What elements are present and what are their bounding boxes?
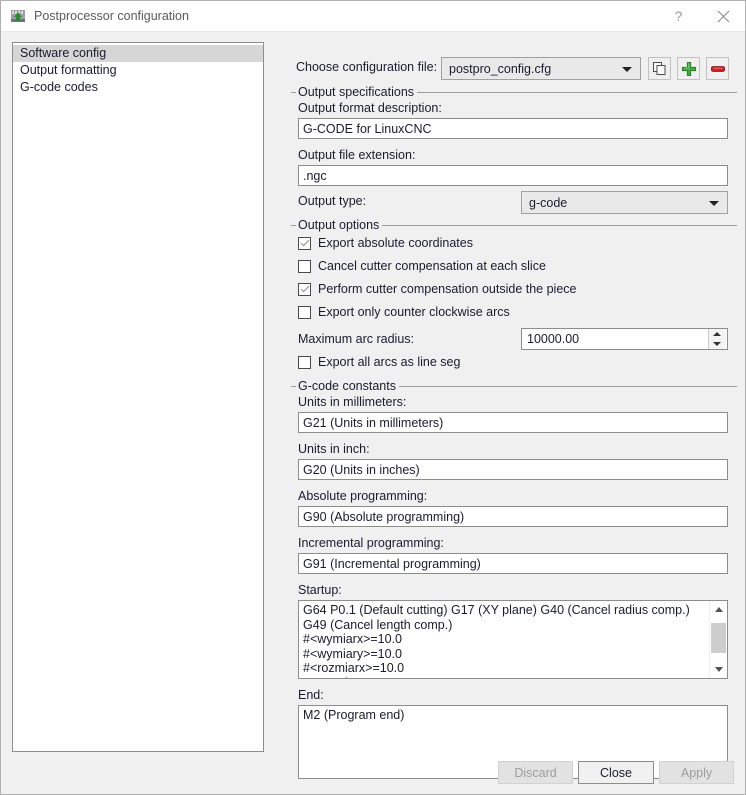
close-icon	[717, 10, 730, 22]
question-mark-icon: ?	[674, 8, 683, 24]
minus-icon	[710, 65, 725, 72]
max-arc-radius-value: 10000.00	[527, 332, 580, 346]
checkbox-label: Cancel cutter compensation at each slice	[318, 259, 546, 273]
duplicate-config-button[interactable]	[648, 57, 671, 80]
window-title: Postprocessor configuration	[34, 9, 189, 23]
stepper-up-button[interactable]	[709, 329, 726, 339]
checkbox-row-export-ccw-arcs[interactable]: Export only counter clockwise arcs	[291, 303, 737, 326]
output-type-value: g-code	[529, 196, 568, 210]
stepper-buttons[interactable]	[708, 329, 726, 349]
output-specifications-title: Output specifications	[296, 85, 418, 99]
sidebar-item-label: Output formatting	[20, 63, 117, 77]
plus-icon	[681, 61, 696, 76]
sidebar-item-software-config[interactable]: Software config	[13, 45, 263, 62]
checkbox-perform-cutter-compensation[interactable]	[298, 283, 311, 296]
checkbox-export-ccw-arcs[interactable]	[298, 306, 311, 319]
output-type-label: Output type:	[298, 194, 367, 208]
output-type-select[interactable]: g-code	[521, 191, 728, 214]
window-close-button[interactable]	[701, 1, 745, 31]
discard-button[interactable]: Discard	[498, 761, 573, 784]
close-button[interactable]: Close	[578, 761, 654, 784]
config-file-value: postpro_config.cfg	[449, 62, 552, 76]
max-arc-radius-label: Maximum arc radius:	[298, 332, 414, 346]
checkbox-label: Export only counter clockwise arcs	[318, 305, 510, 319]
units-mm-input[interactable]	[298, 412, 728, 433]
scrollbar-thumb[interactable]	[711, 623, 726, 653]
dialog-footer: Discard Close Apply	[1, 750, 745, 794]
config-file-row: Choose configuration file: postpro_confi…	[291, 55, 737, 82]
postprocessor-app-icon	[10, 8, 27, 25]
units-inch-input[interactable]	[298, 459, 728, 480]
chevron-down-icon	[622, 67, 632, 72]
output-specifications-group: Output specifications Output format desc…	[291, 85, 737, 215]
config-file-label: Choose configuration file:	[296, 60, 438, 74]
output-format-description-input[interactable]	[298, 118, 728, 139]
output-format-description-label: Output format description:	[298, 101, 442, 115]
startup-textarea-wrapper[interactable]: G64 P0.1 (Default cutting) G17 (XY plane…	[298, 600, 728, 679]
checkbox-row-cancel-cutter-compensation[interactable]: Cancel cutter compensation at each slice	[291, 257, 737, 280]
gcode-constants-group: G-code constants Units in millimeters: U…	[291, 379, 737, 779]
help-button[interactable]: ?	[656, 1, 701, 31]
add-config-button[interactable]	[677, 57, 700, 80]
postprocessor-configuration-dialog: Postprocessor configuration ? Software c…	[0, 0, 746, 795]
apply-button[interactable]: Apply	[659, 761, 734, 784]
startup-textarea[interactable]: G64 P0.1 (Default cutting) G17 (XY plane…	[299, 601, 709, 678]
checkbox-label: Export absolute coordinates	[318, 236, 473, 250]
incremental-programming-input[interactable]	[298, 553, 728, 574]
output-type-row: Output type: g-code	[291, 191, 737, 215]
checkbox-label: Export all arcs as line seg	[318, 355, 461, 369]
output-options-group: Output options Export absolute coordinat…	[291, 218, 737, 376]
units-inch-label: Units in inch:	[298, 442, 370, 456]
output-file-extension-input[interactable]	[298, 165, 728, 186]
sidebar-item-gcode-codes[interactable]: G-code codes	[13, 79, 263, 96]
absolute-programming-input[interactable]	[298, 506, 728, 527]
checkbox-row-perform-cutter-compensation[interactable]: Perform cutter compensation outside the …	[291, 280, 737, 303]
sidebar-item-output-formatting[interactable]: Output formatting	[13, 62, 263, 79]
remove-config-button[interactable]	[706, 57, 729, 80]
checkbox-cancel-cutter-compensation[interactable]	[298, 260, 311, 273]
checkbox-row-export-arcs-as-line-seg[interactable]: Export all arcs as line seg	[291, 353, 737, 376]
max-arc-radius-row: Maximum arc radius: 10000.00	[291, 328, 737, 353]
copy-icon	[653, 62, 666, 75]
checkbox-label: Perform cutter compensation outside the …	[318, 282, 577, 296]
incremental-programming-label: Incremental programming:	[298, 536, 444, 550]
checkbox-export-absolute-coordinates[interactable]	[298, 237, 311, 250]
checkbox-export-arcs-as-line-seg[interactable]	[298, 356, 311, 369]
sidebar-item-label: Software config	[20, 46, 107, 60]
max-arc-radius-stepper[interactable]: 10000.00	[521, 328, 728, 350]
units-mm-label: Units in millimeters:	[298, 395, 407, 409]
checkbox-row-export-absolute-coordinates[interactable]: Export absolute coordinates	[291, 234, 737, 257]
sidebar-item-label: G-code codes	[20, 80, 98, 94]
output-options-title: Output options	[296, 218, 383, 232]
category-list[interactable]: Software config Output formatting G-code…	[12, 42, 264, 752]
stepper-down-button[interactable]	[709, 339, 726, 349]
output-file-extension-label: Output file extension:	[298, 148, 416, 162]
end-label: End:	[298, 688, 324, 702]
startup-scrollbar[interactable]	[709, 601, 727, 678]
scroll-up-icon[interactable]	[710, 601, 727, 618]
chevron-down-icon	[709, 201, 719, 206]
scroll-down-icon[interactable]	[710, 661, 727, 678]
settings-panel: Choose configuration file: postpro_confi…	[291, 42, 737, 779]
config-file-select[interactable]: postpro_config.cfg	[441, 57, 641, 80]
gcode-constants-title: G-code constants	[296, 379, 399, 393]
startup-label: Startup:	[298, 583, 342, 597]
absolute-programming-label: Absolute programming:	[298, 489, 428, 503]
title-bar: Postprocessor configuration ?	[1, 1, 745, 32]
